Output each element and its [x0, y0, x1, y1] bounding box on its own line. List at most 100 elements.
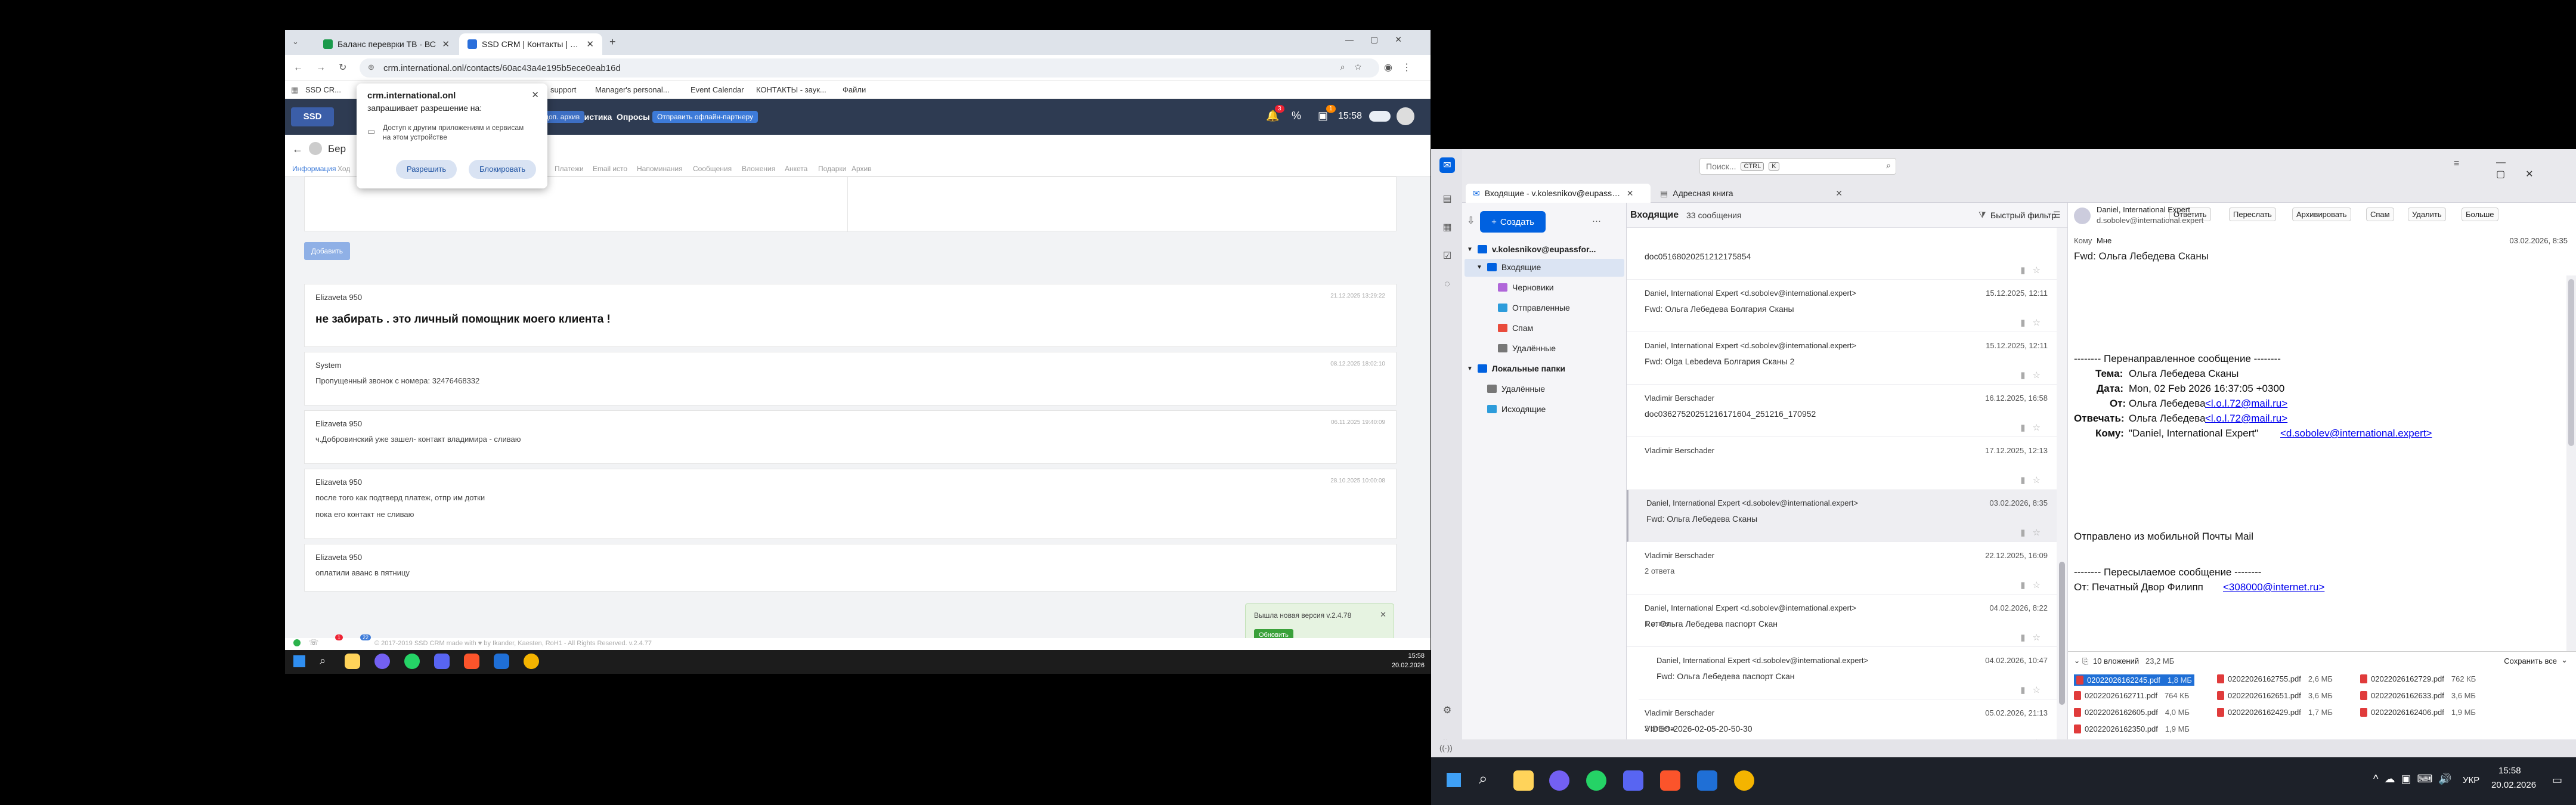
tasks-space-icon[interactable]: ☑ [1439, 248, 1455, 264]
profile-menu-icons[interactable]: ◉⋮ [1384, 61, 1421, 73]
app-menu-icon[interactable]: ≡ [2454, 159, 2459, 169]
quick-filter-button[interactable]: Быстрый фильтр [1990, 210, 2056, 220]
thunderbird-icon[interactable] [494, 654, 509, 669]
folder-inbox[interactable]: ▼ Входящие [1476, 262, 1541, 272]
block-button[interactable]: Блокировать [469, 160, 537, 179]
site-info-icon[interactable]: ⊜ [368, 63, 374, 72]
whatsapp-icon[interactable] [1586, 770, 1606, 791]
bookmark[interactable]: support [550, 85, 576, 94]
folder-trash[interactable]: Удалённые [1498, 343, 1556, 353]
tab-form[interactable]: Анкета [785, 165, 807, 173]
reader-scrollbar[interactable] [2566, 275, 2576, 651]
nav-polls[interactable]: Опросы [617, 112, 650, 122]
chevron-down-icon[interactable]: ⌄ [2561, 655, 2568, 665]
attachment-item[interactable]: 02022026162245.pdf 1,8 МБ [2074, 674, 2194, 686]
bookmark[interactable]: Файли [843, 85, 866, 94]
thunderbird-icon[interactable] [1697, 770, 1717, 791]
thread-count[interactable]: 1 ответ [1645, 619, 1670, 628]
folder-spam[interactable]: Спам [1498, 323, 1533, 333]
language-indicator[interactable]: УКР [2463, 775, 2479, 785]
local-trash[interactable]: Удалённые [1487, 384, 1545, 394]
global-search-input[interactable]: Поиск... CTRL K ⌕ [1699, 158, 1896, 175]
tab-addressbook[interactable]: ▤ Адресная книга ✕ [1653, 184, 1850, 203]
sender-name[interactable]: Daniel, International Expert [2097, 205, 2190, 214]
get-messages-icon[interactable]: ⇩ [1467, 215, 1475, 227]
row-attach-star-icons[interactable]: ▮☆ [2020, 370, 2048, 380]
folder-drafts[interactable]: Черновики [1498, 283, 1554, 292]
brave-icon[interactable] [464, 654, 479, 669]
attachment-item[interactable]: 02022026162406.pdf 1,9 МБ [2360, 708, 2476, 717]
row-attach-star-icons[interactable]: ▮☆ [2020, 580, 2048, 590]
message-list-scrollbar[interactable] [2057, 228, 2067, 739]
close-icon[interactable]: ✕ [1835, 188, 1843, 199]
chrome-icon[interactable] [524, 654, 539, 669]
tab-search-icon[interactable]: ⌄ [292, 37, 299, 47]
local-outbox[interactable]: Исходящие [1487, 404, 1546, 414]
row-attach-star-icons[interactable]: ▮☆ [2020, 265, 2048, 275]
new-message-button[interactable]: + Создать [1480, 211, 1546, 233]
message-row[interactable]: Vladimir Berschader 17.12.2025, 12:13 ▮☆ [1627, 438, 2057, 490]
viber-icon[interactable] [1549, 770, 1569, 791]
bookmark[interactable]: Event Calendar [691, 85, 744, 94]
display-options-icon[interactable]: ☰ [2053, 210, 2061, 220]
local-folders-item[interactable]: ▼ Локальные папки [1467, 364, 1565, 373]
windows-start-icon[interactable] [1447, 773, 1461, 787]
email-link[interactable]: <308000@internet.ru> [2223, 581, 2324, 593]
tab-reminders[interactable]: Напоминания [637, 165, 683, 173]
email-link[interactable]: <l.o.l.72@mail.ru> [2205, 413, 2287, 425]
settings-icon[interactable]: ⚙ [1439, 702, 1455, 718]
row-attach-star-icons[interactable]: ▮☆ [2020, 317, 2048, 328]
chrome-icon[interactable] [1734, 770, 1754, 791]
scrollbar-thumb[interactable] [2059, 562, 2065, 705]
theme-toggle[interactable] [1369, 111, 1391, 122]
tab-archive[interactable]: Архив [852, 165, 872, 173]
nav-arrows-icon[interactable]: ←→↻ [293, 61, 360, 73]
crm-logo[interactable]: SSD [291, 107, 334, 126]
bookmark[interactable]: Manager's personal... [595, 85, 670, 94]
row-attach-star-icons[interactable]: ▮☆ [2020, 475, 2048, 485]
delete-button[interactable]: Удалить [2408, 208, 2446, 221]
bookmark[interactable]: SSD CR... [305, 85, 341, 94]
message-row[interactable]: Vladimir Berschader 22.12.2025, 16:09 2 от… [1627, 543, 2057, 595]
tab-email-history[interactable]: Email исто [593, 165, 627, 173]
basket-icon[interactable]: ▣ [1318, 110, 1328, 122]
new-tab-icon[interactable]: + [609, 36, 616, 48]
thread-count[interactable]: 2 ответа [1645, 566, 1674, 575]
brave-icon[interactable] [1660, 770, 1680, 791]
sender-email[interactable]: d.sobolev@international.expert [2097, 216, 2203, 225]
address-bar[interactable]: ⊜ crm.international.onl/contacts/60ac43a… [360, 58, 1379, 78]
message-row[interactable]: Daniel, International Expert <d.sobolev@… [1627, 333, 2057, 385]
close-icon[interactable]: ✕ [1627, 188, 1634, 199]
close-icon[interactable]: ✕ [586, 39, 594, 49]
zoom-star-icons[interactable]: ⌕☆ [1340, 62, 1371, 72]
mail-space-icon[interactable]: ✉ [1439, 157, 1455, 173]
percent-icon[interactable]: % [1292, 110, 1301, 122]
tab-progress[interactable]: Ход [338, 165, 350, 173]
attachment-item[interactable]: 02022026162651.pdf 3,6 МБ [2217, 691, 2333, 700]
forward-button[interactable]: Переслать [2229, 208, 2276, 221]
message-row[interactable]: Daniel, International Expert <d.sobolev@… [1627, 280, 2057, 332]
message-row[interactable]: Vladimir Berschader 16.12.2025, 16:58 doc0… [1627, 385, 2057, 437]
tab-payments[interactable]: Платежи [555, 165, 584, 173]
close-icon[interactable]: ✕ [1380, 610, 1386, 620]
activity-icon[interactable]: ((·)) [1439, 744, 1453, 753]
archive-button[interactable]: Архивировать [2292, 208, 2351, 221]
message-row[interactable]: Daniel, International Expert <d.sobolev@… [1627, 595, 2057, 647]
account-item[interactable]: ▼ v.kolesnikov@eupassfor... [1467, 244, 1596, 254]
chrome-tab-balance[interactable]: Баланс переврки ТВ - ВС ✕ [315, 33, 458, 55]
teams-icon[interactable] [1623, 770, 1643, 791]
addressbook-space-icon[interactable]: ▤ [1439, 191, 1455, 206]
close-icon[interactable]: ✕ [531, 89, 539, 100]
phone-icon[interactable]: ☏ [309, 638, 318, 648]
row-attach-star-icons[interactable]: ▮☆ [2020, 422, 2048, 433]
tab-gifts[interactable]: Подарки [818, 165, 846, 173]
bookmark[interactable]: КОНТАКТЫ - заук... [756, 85, 826, 94]
apps-icon[interactable]: ▦ [291, 85, 298, 95]
windows-start-icon[interactable] [293, 655, 305, 667]
chrome-tab-crm[interactable]: SSD CRM | Контакты | Берша... ✕ [459, 33, 602, 55]
allow-button[interactable]: Разрешить [396, 160, 457, 179]
viber-icon[interactable] [374, 654, 390, 669]
row-attach-star-icons[interactable]: ▮☆ [2020, 632, 2048, 643]
more-icon[interactable]: ··· [1592, 216, 1601, 226]
attachment-item[interactable]: 02022026162633.pdf 3,6 МБ [2360, 691, 2476, 700]
